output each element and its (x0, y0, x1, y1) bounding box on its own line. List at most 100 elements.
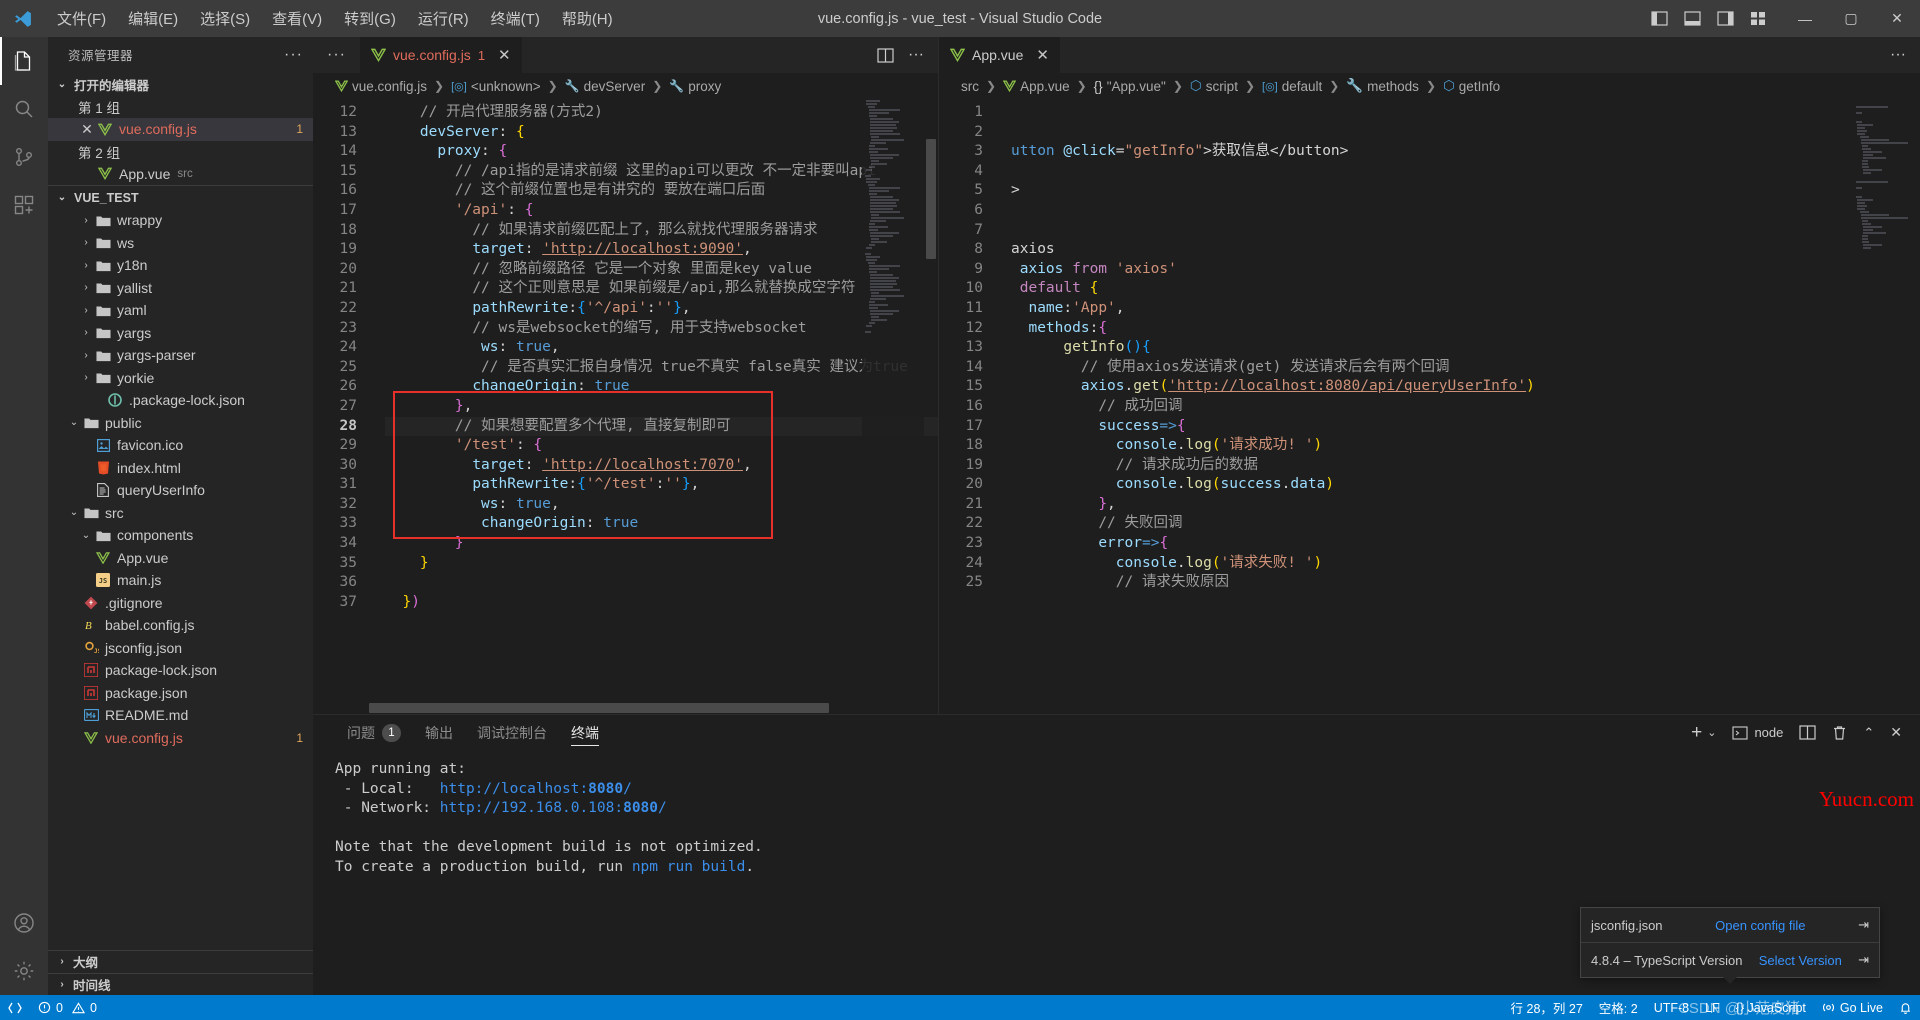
chevron-right-icon[interactable]: › (78, 327, 94, 338)
breadcrumb-symbol-unknown[interactable]: [◎] <unknown> (451, 79, 541, 94)
code-line[interactable]: console.log('请求成功! ') (1011, 436, 1920, 456)
code-line[interactable]: }) (385, 593, 938, 613)
code-line[interactable]: // 如果想要配置多个代理, 直接复制即可 (385, 417, 938, 437)
chevron-right-icon[interactable]: › (78, 305, 94, 316)
horizontal-scrollbar-left[interactable] (369, 703, 829, 713)
maximize-button[interactable]: ▢ (1828, 0, 1874, 37)
code-line[interactable] (1011, 162, 1920, 182)
menu-go[interactable]: 转到(G) (333, 4, 407, 33)
gear-icon[interactable] (0, 947, 48, 995)
tree-item-wrappy[interactable]: › wrappy (48, 209, 313, 232)
code-line[interactable]: } (385, 534, 938, 554)
open-editor-app-vue[interactable]: App.vue src (48, 163, 313, 186)
tree-item-yargs[interactable]: › yargs (48, 322, 313, 345)
split-terminal-icon[interactable] (1799, 725, 1816, 740)
code-line[interactable]: // /api指的是请求前缀 这里的api可以更改 不一定非要叫api (385, 162, 938, 182)
fold-column-left[interactable] (369, 99, 385, 714)
sidebar-item-source-control[interactable] (0, 133, 48, 181)
pin-icon[interactable]: ⇥ (1858, 952, 1869, 968)
menu-view[interactable]: 查看(V) (261, 4, 333, 33)
code-line[interactable]: target: 'http://localhost:7070', (385, 456, 938, 476)
close-icon[interactable]: ✕ (78, 121, 96, 138)
code-line[interactable]: axios (1011, 240, 1920, 260)
tree-item-readme-md[interactable]: README.md (48, 704, 313, 727)
typescript-version-row[interactable]: 4.8.4 – TypeScript Version Select Versio… (1581, 942, 1879, 977)
select-version-link[interactable]: Select Version (1759, 953, 1842, 968)
code-line[interactable]: // 失败回调 (1011, 514, 1920, 534)
code-line[interactable]: ws: true, (385, 495, 938, 515)
menu-edit[interactable]: 编辑(E) (117, 4, 189, 33)
code-line[interactable]: utton @click="getInfo">获取信息</button> (1011, 142, 1920, 162)
chevron-right-icon[interactable]: › (78, 260, 94, 271)
tree-item-yorkie[interactable]: › yorkie (48, 367, 313, 390)
code-line[interactable]: // 请求失败原因 (1011, 573, 1920, 593)
code-line[interactable]: changeOrigin: true (385, 514, 938, 534)
tree-item-ws[interactable]: › ws (48, 232, 313, 255)
remote-indicator[interactable] (0, 995, 30, 1020)
breadcrumb-symbol-getinfo[interactable]: ⬡ getInfo (1443, 78, 1500, 94)
code-content-left[interactable]: // 开启代理服务器(方式2) devServer: { proxy: { //… (385, 99, 938, 714)
tree-item-package-lock-json[interactable]: package-lock.json (48, 659, 313, 682)
code-editor-left[interactable]: 12 13 14 15 16 17 18 19 20 21 22 23 24 25 26 27 28 29 30 31… (313, 99, 938, 714)
tree-item-public[interactable]: ⌄ public (48, 412, 313, 435)
sidebar-item-search[interactable] (0, 85, 48, 133)
breadcrumb-right[interactable]: src ❯ App.vue ❯ {} "App.vue" ❯ ⬡ script … (939, 73, 1920, 99)
breadcrumb-left[interactable]: vue.config.js ❯ [◎] <unknown> ❯ 🔧 devSer… (313, 73, 938, 99)
timeline-section-header[interactable]: › 时间线 (48, 972, 313, 996)
menu-selection[interactable]: 选择(S) (189, 4, 261, 33)
chevron-right-icon[interactable]: › (78, 282, 94, 293)
sidebar-item-extensions[interactable] (0, 181, 48, 229)
code-line[interactable] (385, 573, 938, 593)
terminal-shell-selector[interactable]: node (1732, 725, 1783, 740)
customize-layout-icon[interactable] (1748, 10, 1768, 28)
tree-item-yaml[interactable]: › yaml (48, 299, 313, 322)
code-line[interactable] (1011, 221, 1920, 241)
tree-item-vue-config-js[interactable]: vue.config.js 1 (48, 727, 313, 750)
minimize-button[interactable]: — (1782, 0, 1828, 37)
menu-help[interactable]: 帮助(H) (551, 4, 624, 33)
tree-item-components[interactable]: ⌄ components (48, 524, 313, 547)
tree-item-app-vue[interactable]: App.vue (48, 547, 313, 570)
layout-controls[interactable] (1649, 10, 1782, 28)
breadcrumb-folder-src[interactable]: src (961, 79, 979, 94)
menu-file[interactable]: 文件(F) (46, 4, 117, 33)
tree-item-package-json[interactable]: package.json (48, 682, 313, 705)
code-line[interactable] (1011, 103, 1920, 123)
chevron-down-icon[interactable]: ⌄ (66, 507, 82, 518)
explorer-more-icon[interactable]: ··· (284, 46, 303, 64)
code-line[interactable]: error=>{ (1011, 534, 1920, 554)
code-line[interactable]: '/test': { (385, 436, 938, 456)
go-live[interactable]: Go Live (1814, 995, 1891, 1020)
code-line[interactable]: devServer: { (385, 123, 938, 143)
tab-problems[interactable]: 问题 1 (335, 715, 413, 750)
code-line[interactable]: }, (385, 397, 938, 417)
minimap-right[interactable] (1854, 99, 1916, 714)
status-badge[interactable]: 0 0 (30, 995, 105, 1020)
project-root-header[interactable]: ⌄ VUE_TEST (48, 185, 313, 209)
split-editor-icon[interactable] (877, 47, 894, 63)
code-line[interactable]: '/api': { (385, 201, 938, 221)
breadcrumb-file[interactable]: vue.config.js (335, 79, 427, 94)
breadcrumb-symbol-devserver[interactable]: 🔧 devServer (565, 79, 645, 94)
chevron-down-icon[interactable]: ⌄ (66, 417, 82, 428)
tree-item-jsconfig-json[interactable]: JS jsconfig.json (48, 637, 313, 660)
code-line[interactable]: }, (1011, 495, 1920, 515)
code-line[interactable]: // 使用axios发送请求(get) 发送请求后会有两个回调 (1011, 358, 1920, 378)
breadcrumb-symbol-script[interactable]: ⬡ script (1190, 78, 1238, 94)
notifications-bell-icon[interactable] (1891, 995, 1920, 1020)
code-line[interactable]: axios.get('http://localhost:8080/api/que… (1011, 377, 1920, 397)
code-line[interactable]: axios from 'axios' (1011, 260, 1920, 280)
tree-item-queryuserinfo[interactable]: queryUserInfo (48, 479, 313, 502)
toggle-primary-sidebar-icon[interactable] (1649, 10, 1669, 28)
cursor-position[interactable]: 行 28，列 27 (1503, 995, 1591, 1020)
close-button[interactable]: ✕ (1874, 0, 1920, 37)
tree-item--gitignore[interactable]: .gitignore (48, 592, 313, 615)
new-terminal-icon[interactable]: + (1691, 722, 1702, 744)
code-line[interactable]: // 这个正则意思是 如果前缀是/api,那么就替换成空字符 (385, 279, 938, 299)
tree-item-y18n[interactable]: › y18n (48, 254, 313, 277)
menu-bar[interactable]: 文件(F) 编辑(E) 选择(S) 查看(V) 转到(G) 运行(R) 终端(T… (46, 4, 624, 33)
tab-vue-config-js[interactable]: vue.config.js 1 ✕ (359, 37, 523, 73)
code-line[interactable]: // 开启代理服务器(方式2) (385, 103, 938, 123)
tree-item-yargs-parser[interactable]: › yargs-parser (48, 344, 313, 367)
code-line[interactable]: pathRewrite:{'^/api':''}, (385, 299, 938, 319)
